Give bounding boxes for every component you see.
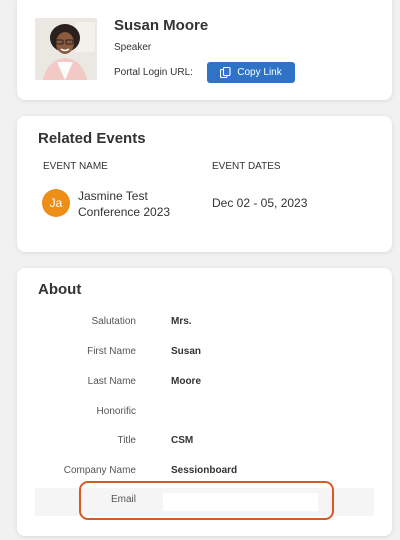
profile-card: Susan Moore Speaker Portal Login URL: Co… (17, 0, 392, 100)
field-row-last-name: Last Name Moore (17, 370, 392, 398)
related-events-title: Related Events (38, 130, 146, 147)
related-events-card: Related Events EVENT NAME EVENT DATES Ja… (17, 116, 392, 252)
field-label: Company Name (63, 465, 136, 476)
field-row-title: Title CSM (17, 429, 392, 457)
field-label: Last Name (87, 376, 136, 387)
field-value: Susan (171, 346, 202, 357)
field-value: Moore (171, 376, 201, 387)
email-value-field (163, 493, 318, 511)
column-header-event-dates: EVENT DATES (212, 161, 281, 172)
field-value: Sessionboard (171, 465, 238, 476)
about-card: About Salutation Mrs. First Name Susan L… (17, 268, 392, 536)
field-row-first-name: First Name Susan (17, 340, 392, 368)
column-header-event-name: EVENT NAME (43, 161, 108, 172)
portal-login-label: Portal Login URL: (114, 67, 193, 78)
field-label: Honorific (96, 406, 136, 417)
field-label: Email (110, 494, 136, 505)
event-dates: Dec 02 - 05, 2023 (212, 196, 308, 210)
event-name-link[interactable]: Jasmine Test Conference 2023 (78, 188, 188, 220)
avatar (35, 18, 97, 80)
event-avatar: Ja (42, 189, 70, 217)
field-row-salutation: Salutation Mrs. (17, 310, 392, 338)
field-label: First Name (87, 346, 136, 357)
field-label: Title (117, 435, 136, 446)
field-value: CSM (171, 435, 194, 446)
field-row-honorific: Honorific (17, 400, 392, 428)
copy-icon (220, 66, 231, 79)
speaker-name: Susan Moore (114, 17, 209, 34)
copy-link-button[interactable]: Copy Link (207, 62, 295, 83)
speaker-role: Speaker (114, 42, 152, 53)
copy-link-label: Copy Link (237, 67, 282, 78)
field-label: Salutation (91, 316, 136, 327)
field-value: Mrs. (171, 316, 192, 327)
about-title: About (38, 281, 82, 298)
field-row-company-name: Company Name Sessionboard (17, 459, 392, 487)
field-row-email: Email (35, 488, 374, 516)
